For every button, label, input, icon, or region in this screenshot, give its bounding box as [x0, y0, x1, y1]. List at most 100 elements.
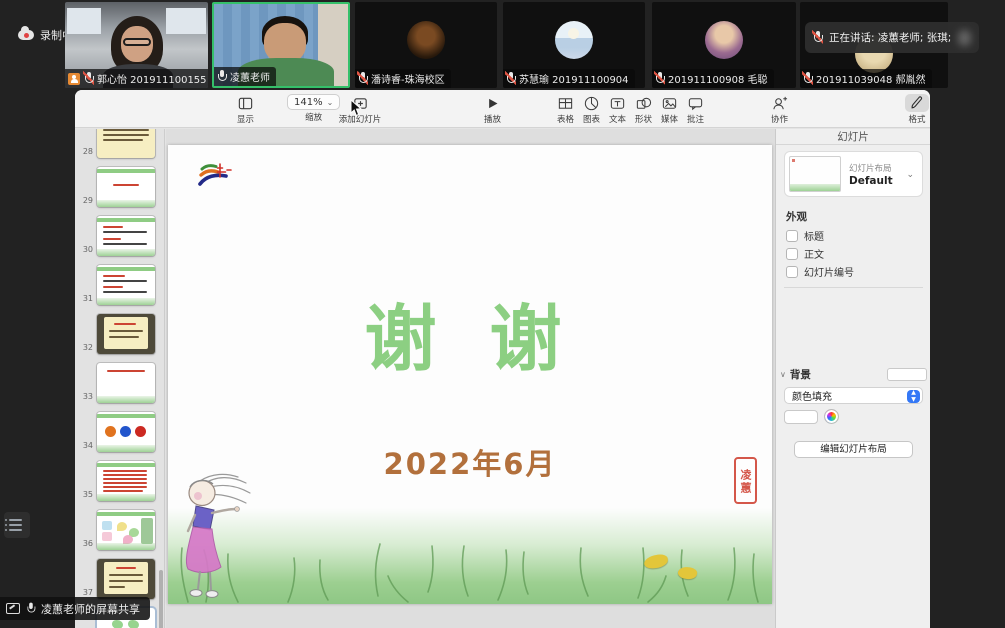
- keynote-toolbar: 显示 141%⌄ 缩放 添加幻灯片 播放 表格: [75, 90, 930, 128]
- mic-on-icon: [217, 70, 226, 83]
- blurred-names: [958, 30, 971, 46]
- participant-name: 201911100908 毛聪: [668, 71, 768, 86]
- format-button[interactable]: 格式: [905, 94, 929, 125]
- mouse-cursor: [350, 99, 363, 117]
- girl-illustration: [174, 471, 264, 604]
- slide-thumbnail[interactable]: [97, 363, 155, 403]
- layout-label: 幻灯片布局: [849, 162, 893, 174]
- table-button[interactable]: 表格: [553, 94, 578, 125]
- sidebar-scrollbar[interactable]: [159, 570, 163, 628]
- video-tile[interactable]: 201911100908 毛聪: [652, 2, 796, 88]
- disclosure-chevron-icon[interactable]: ∨: [780, 370, 786, 379]
- slide-thumbnail-row[interactable]: 28: [75, 129, 165, 158]
- slide-thumbnail-row[interactable]: 34: [75, 412, 165, 452]
- shapes-icon: [631, 94, 656, 112]
- chart-button[interactable]: 图表: [579, 94, 604, 125]
- mic-muted-icon: [506, 72, 515, 85]
- title-checkbox-row[interactable]: 标题: [786, 228, 824, 243]
- participant-name-badge: 苏慧瑜 201911100904: [503, 69, 635, 88]
- mic-muted-icon: [803, 72, 812, 85]
- participant-name-badge: 潘诗睿-珠海校区: [355, 69, 451, 88]
- color-wheel-button[interactable]: [824, 409, 839, 424]
- layout-value: Default: [849, 175, 893, 187]
- slide-thumbnail-row[interactable]: 37: [75, 559, 165, 599]
- slide-thumbnail-row[interactable]: 31: [75, 265, 165, 305]
- participant-name: 凌蕙老师: [230, 69, 270, 84]
- slide-thumbnail[interactable]: [97, 129, 155, 158]
- slide-thumbnail-row[interactable]: 36: [75, 510, 165, 550]
- slide-thumbnail[interactable]: [97, 510, 155, 550]
- avatar: [407, 21, 445, 59]
- slide-thumbnail-row[interactable]: 29: [75, 167, 165, 207]
- slide-layout-well[interactable]: 幻灯片布局 Default ⌄: [784, 151, 923, 197]
- checkbox-unchecked[interactable]: [786, 266, 798, 278]
- background-section[interactable]: ∨ 背景: [780, 367, 927, 382]
- stepper-icon: ▲▼: [907, 390, 920, 403]
- video-tile[interactable]: 苏慧瑜 201911100904: [503, 2, 645, 88]
- video-tile[interactable]: 潘诗睿-珠海校区: [355, 2, 497, 88]
- participant-name: 郭心怡 201911100155: [97, 71, 207, 86]
- slide-thumbnail[interactable]: [97, 167, 155, 207]
- fill-type-dropdown[interactable]: 颜色填充 ▲▼: [784, 387, 923, 404]
- zoom-control[interactable]: 141%⌄ 缩放: [287, 94, 340, 123]
- text-button[interactable]: 文本: [605, 94, 630, 125]
- slide-thumbnail[interactable]: [97, 265, 155, 305]
- meeting-screen: 录制中 郭心怡 201911100155 凌蕙老师 潘诗睿-珠海校区: [0, 0, 1005, 628]
- chevron-down-icon: ⌄: [327, 98, 334, 107]
- screen-share-badge: 凌蕙老师的屏幕共享: [0, 597, 150, 620]
- video-tile[interactable]: 郭心怡 201911100155: [65, 2, 208, 88]
- slide-thumbnail[interactable]: [97, 314, 155, 354]
- hand-raised-icon: [68, 73, 80, 85]
- slide-canvas: 谢 谢 2022年6月 凌蕙: [166, 129, 775, 628]
- checkbox-unchecked[interactable]: [786, 248, 798, 260]
- slide-thumbnail-row[interactable]: 32: [75, 314, 165, 354]
- collaborate-button[interactable]: 协作: [767, 94, 792, 125]
- slide-title: 谢 谢: [168, 280, 772, 385]
- slide-thumbnail-row[interactable]: 30: [75, 216, 165, 256]
- text-box-icon: [605, 94, 630, 112]
- media-button[interactable]: 媒体: [657, 94, 682, 125]
- format-panel: 幻灯片 幻灯片布局 Default ⌄ 外观 标题 正文 幻灯片编号: [775, 129, 930, 628]
- table-icon: [553, 94, 578, 112]
- color-swatch-well[interactable]: [784, 410, 818, 424]
- slide-thumbnail[interactable]: [97, 461, 155, 501]
- current-slide[interactable]: 谢 谢 2022年6月 凌蕙: [168, 145, 772, 604]
- comment-button[interactable]: 批注: [683, 94, 708, 125]
- body-checkbox-row[interactable]: 正文: [786, 246, 824, 261]
- appearance-label: 外观: [786, 209, 807, 224]
- slide-number-checkbox-row[interactable]: 幻灯片编号: [786, 264, 854, 279]
- slide-thumbnail[interactable]: [97, 559, 155, 599]
- speaking-now-text: 正在讲话: 凌蕙老师; 张琪;: [829, 30, 951, 45]
- chevron-down-icon: ⌄: [906, 170, 914, 180]
- participant-name: 苏慧瑜 201911100904: [519, 71, 629, 86]
- cloud-recording-icon: [18, 30, 34, 40]
- participant-name: 201911039048 郝胤然: [816, 71, 926, 86]
- slide-thumbnail-row[interactable]: 35: [75, 461, 165, 501]
- slide-thumbnail[interactable]: [97, 412, 155, 452]
- slide-thumbnail[interactable]: [97, 216, 155, 256]
- media-icon: [657, 94, 682, 112]
- video-tile-active-speaker[interactable]: 凌蕙老师: [212, 2, 350, 88]
- zoom-value: 141%: [294, 97, 323, 108]
- play-icon: [481, 94, 504, 112]
- participant-name: 潘诗睿-珠海校区: [371, 71, 445, 86]
- avatar: [705, 21, 743, 59]
- shape-button[interactable]: 形状: [631, 94, 656, 125]
- slide-thumbnail-row[interactable]: 33: [75, 363, 165, 403]
- layout-preview-thumbnail: [789, 156, 841, 192]
- comment-icon: [683, 94, 708, 112]
- mic-muted-icon: [655, 72, 664, 85]
- participant-name-badge: 郭心怡 201911100155: [65, 69, 208, 88]
- play-button[interactable]: 播放: [481, 94, 504, 125]
- view-button[interactable]: 显示: [233, 94, 258, 125]
- school-logo: [198, 161, 234, 191]
- participant-name-badge: 201911039048 郝胤然: [800, 69, 932, 88]
- format-brush-icon: [905, 94, 929, 112]
- slide-navigator[interactable]: 28 29 30: [75, 129, 165, 628]
- checkbox-unchecked[interactable]: [786, 230, 798, 242]
- keynote-window: 显示 141%⌄ 缩放 添加幻灯片 播放 表格: [75, 90, 930, 628]
- edit-slide-layout-button[interactable]: 编辑幻灯片布局: [794, 441, 913, 458]
- background-preview-well[interactable]: [887, 368, 927, 381]
- participant-list-icon[interactable]: [4, 512, 30, 538]
- mic-icon: [26, 603, 34, 615]
